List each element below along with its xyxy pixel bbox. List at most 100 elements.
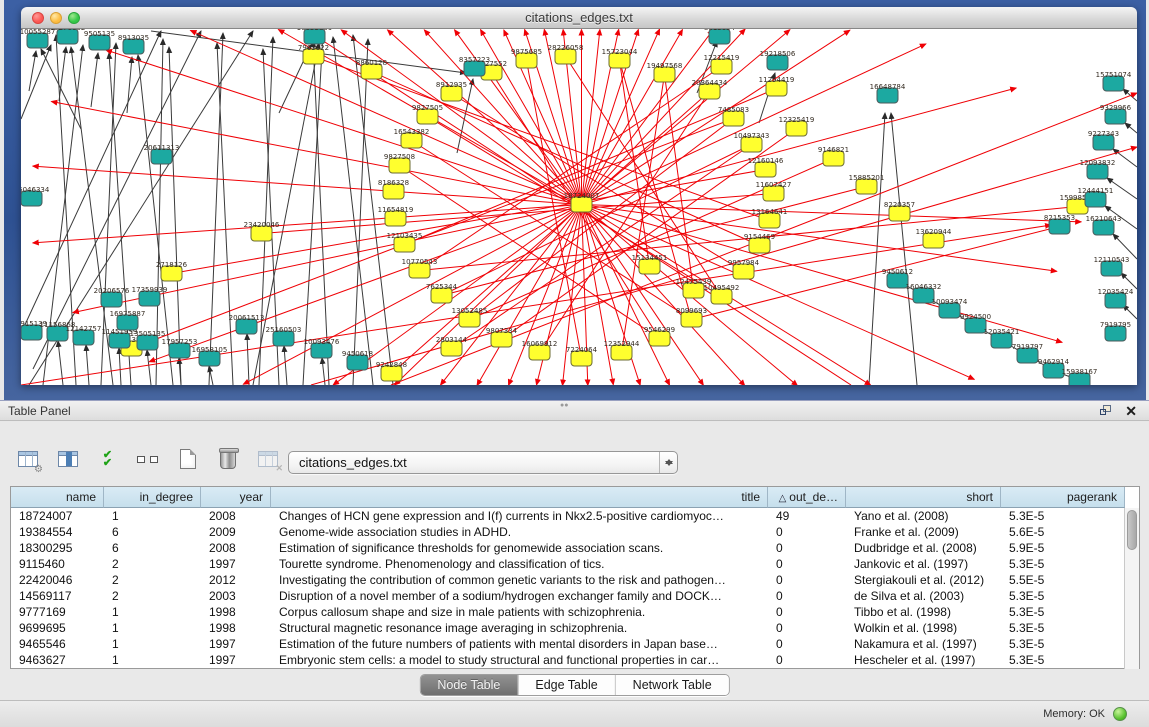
select-rows-button[interactable]: ✔✔	[94, 446, 121, 472]
table-cell[interactable]: 0	[768, 556, 846, 572]
network-node[interactable]: 7224064	[566, 346, 598, 366]
network-node[interactable]: 12352944	[604, 340, 640, 360]
network-node[interactable]: 7919795	[1100, 321, 1131, 341]
table-cell[interactable]: 22420046	[11, 572, 104, 588]
table-cell[interactable]: 2008	[201, 508, 271, 524]
network-node[interactable]: 12110543	[1094, 256, 1130, 276]
table-cell[interactable]: 5.5E-5	[1001, 572, 1125, 588]
network-node[interactable]: 9154469	[744, 233, 775, 253]
table-cell[interactable]: Jankovic et al. (1997)	[846, 556, 1001, 572]
table-panel-titlebar[interactable]: Table Panel ✕	[0, 400, 1149, 421]
table-cell[interactable]: Yano et al. (2008)	[846, 508, 1001, 524]
network-node[interactable]: 15938167	[1062, 368, 1098, 385]
table-cell[interactable]: Tibbo et al. (1998)	[846, 604, 1001, 620]
zoom-window-button[interactable]	[68, 12, 80, 24]
table-cell[interactable]: 19384554	[11, 524, 104, 540]
network-node[interactable]: 16975887	[110, 310, 146, 330]
network-node[interactable]: 8357223	[459, 56, 490, 76]
modify-columns-button[interactable]: ⚙	[14, 446, 41, 472]
table-cell[interactable]: 5.3E-5	[1001, 556, 1125, 572]
table-cell[interactable]: 0	[768, 636, 846, 652]
table-cell[interactable]: Wolkin et al. (1998)	[846, 620, 1001, 636]
column-header-year[interactable]: year	[201, 487, 271, 508]
network-node[interactable]: 9227343	[1088, 130, 1119, 150]
table-cell[interactable]: 9115460	[11, 556, 104, 572]
table-cell[interactable]: 9463627	[11, 652, 104, 668]
network-node[interactable]: 25160503	[266, 326, 302, 346]
table-cell[interactable]: 9699695	[11, 620, 104, 636]
network-node[interactable]: 12215419	[704, 54, 740, 74]
table-cell[interactable]: Corpus callosum shape and size in male p…	[271, 604, 768, 620]
network-node[interactable]: 9875685	[511, 48, 542, 68]
close-window-button[interactable]	[32, 12, 44, 24]
network-node[interactable]: 10093476	[304, 338, 340, 358]
network-node[interactable]: 12093832	[1080, 159, 1116, 179]
create-table-button[interactable]	[174, 446, 201, 472]
table-row[interactable]: 1938455462009Genome-wide association stu…	[11, 524, 1139, 540]
table-row[interactable]: 969969511998Structural magnetic resonanc…	[11, 620, 1139, 636]
network-node[interactable]: 16046334	[21, 186, 50, 206]
network-node[interactable]: 9827505	[412, 104, 443, 124]
network-node[interactable]: 8912935	[436, 81, 467, 101]
table-row[interactable]: 2242004622012Investigating the contribut…	[11, 572, 1139, 588]
network-node[interactable]: 9505135	[84, 30, 115, 50]
network-node[interactable]: 15276062	[50, 29, 86, 44]
column-header-short[interactable]: short	[846, 487, 1001, 508]
column-visibility-button[interactable]	[54, 446, 81, 472]
network-node[interactable]: 10495492	[704, 284, 740, 304]
table-cell[interactable]: 0	[768, 604, 846, 620]
table-cell[interactable]: 5.6E-5	[1001, 524, 1125, 540]
table-cell[interactable]: 6	[104, 524, 201, 540]
table-row[interactable]: 911546021997Tourette syndrome. Phenomeno…	[11, 556, 1139, 572]
network-window[interactable]: citations_edges.txt 18724007282260581572…	[21, 7, 1137, 385]
table-cell[interactable]: Estimation of significance thresholds fo…	[271, 540, 768, 556]
row-height-button[interactable]	[134, 446, 161, 472]
table-cell[interactable]: Changes of HCN gene expression and I(f) …	[271, 508, 768, 524]
network-node[interactable]: 8860128	[356, 59, 387, 79]
network-node[interactable]: 12325419	[779, 116, 815, 136]
table-cell[interactable]: Genome-wide association studies in ADHD.	[271, 524, 768, 540]
delete-table-button[interactable]	[214, 446, 241, 472]
table-cell[interactable]: 1	[104, 620, 201, 636]
network-node[interactable]: 12035424	[1098, 288, 1134, 308]
table-cell[interactable]: Dudbridge et al. (2008)	[846, 540, 1001, 556]
network-node[interactable]: 16210643	[1086, 215, 1122, 235]
network-node[interactable]: 7963822	[298, 44, 329, 64]
table-cell[interactable]: 1998	[201, 620, 271, 636]
table-row[interactable]: 1872400712008Changes of HCN gene express…	[11, 508, 1139, 524]
tab-node-table[interactable]: Node Table	[420, 675, 517, 695]
table-cell[interactable]: 2	[104, 572, 201, 588]
table-row[interactable]: 1830029562008Estimation of significance …	[11, 540, 1139, 556]
column-header-pagerank[interactable]: pagerank	[1001, 487, 1125, 508]
network-node[interactable]: 16053809	[297, 29, 333, 44]
table-cell[interactable]: 5.3E-5	[1001, 652, 1125, 668]
network-node[interactable]: 15885201	[849, 174, 885, 194]
table-cell[interactable]: 0	[768, 524, 846, 540]
table-cell[interactable]: de Silva et al. (2003)	[846, 588, 1001, 604]
network-node[interactable]: 16648784	[870, 83, 906, 103]
table-cell[interactable]: 0	[768, 588, 846, 604]
network-node[interactable]: 23420046	[244, 221, 280, 241]
tab-network-table[interactable]: Network Table	[615, 675, 729, 695]
network-node[interactable]: 16069912	[522, 340, 558, 360]
float-panel-icon[interactable]	[1100, 405, 1113, 417]
table-row[interactable]: 946554611997Estimation of the future num…	[11, 636, 1139, 652]
network-node[interactable]: 2803144	[436, 336, 468, 356]
network-node[interactable]: 16958105	[192, 346, 228, 366]
network-node[interactable]: 8186328	[378, 179, 409, 199]
table-cell[interactable]: Estimation of the future numbers of pati…	[271, 636, 768, 652]
table-row[interactable]: 946362711997Embryonic stem cells: a mode…	[11, 652, 1139, 668]
table-cell[interactable]: 5.9E-5	[1001, 540, 1125, 556]
network-node[interactable]: 19218506	[760, 50, 796, 70]
vertical-scrollbar[interactable]	[1124, 508, 1139, 669]
network-node[interactable]: 12142757	[66, 325, 102, 345]
table-cell[interactable]: 6	[104, 540, 201, 556]
table-cell[interactable]: 1997	[201, 652, 271, 668]
tab-edge-table[interactable]: Edge Table	[517, 675, 614, 695]
table-cell[interactable]: 9777169	[11, 604, 104, 620]
network-node[interactable]: 20206576	[94, 287, 130, 307]
table-cell[interactable]: 0	[768, 620, 846, 636]
network-node[interactable]: 8099693	[676, 307, 707, 327]
table-row[interactable]: 977716911998Corpus callosum shape and si…	[11, 604, 1139, 620]
table-cell[interactable]: 1997	[201, 636, 271, 652]
